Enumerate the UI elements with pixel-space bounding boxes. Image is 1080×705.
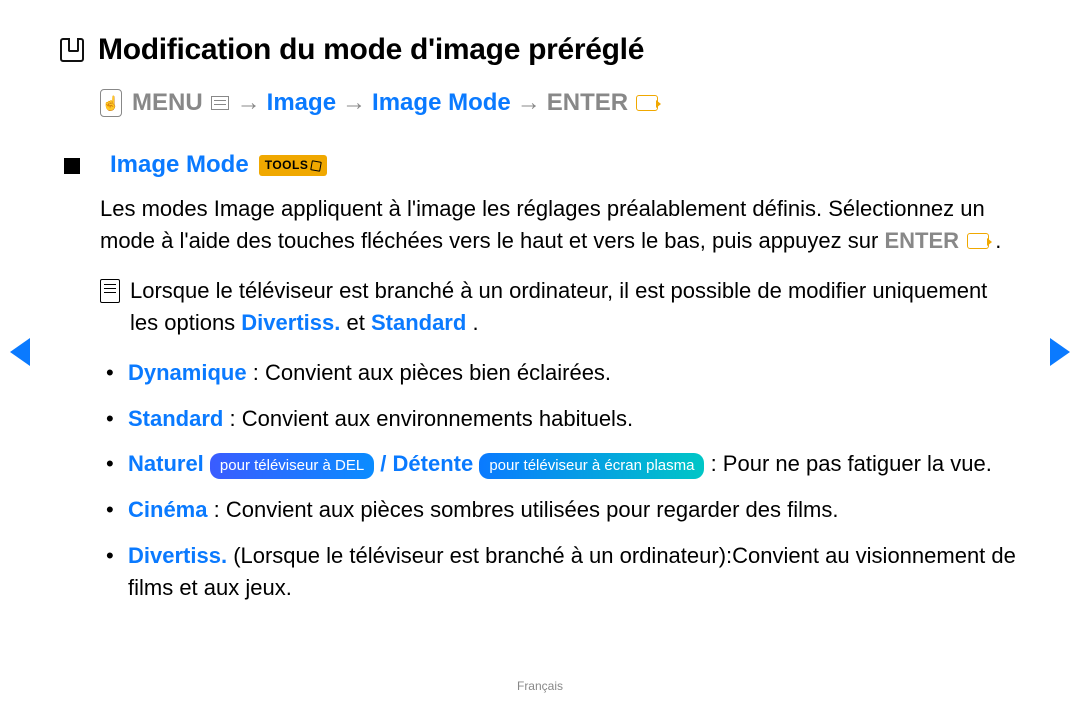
hand-icon: ☝ xyxy=(100,89,122,117)
note-opt-divertiss: Divertiss. xyxy=(241,310,340,335)
bookmark-icon xyxy=(60,38,84,62)
note-opt-standard: Standard xyxy=(371,310,466,335)
title-row: Modification du mode d'image préréglé xyxy=(60,28,1020,72)
intro-enter: ENTER xyxy=(884,228,959,253)
list-item: Standard : Convient aux environnements h… xyxy=(106,403,1020,435)
mode-name-cinema: Cinéma xyxy=(128,497,207,522)
menu-icon xyxy=(211,96,229,110)
pill-del: pour téléviseur à DEL xyxy=(210,453,374,479)
list-item: Dynamique : Convient aux pièces bien écl… xyxy=(106,357,1020,389)
breadcrumb-menu: MENU xyxy=(132,86,203,121)
section: Image Mode TOOLS Les modes Image appliqu… xyxy=(100,148,1020,604)
page-title: Modification du mode d'image préréglé xyxy=(98,28,644,72)
mode-name-standard: Standard xyxy=(128,406,223,431)
footer-language: Français xyxy=(0,678,1080,695)
square-bullet-icon xyxy=(64,158,80,174)
intro-paragraph: Les modes Image appliquent à l'image les… xyxy=(100,193,1020,257)
enter-icon xyxy=(636,95,658,111)
next-page-arrow[interactable] xyxy=(1050,338,1070,366)
list-item: Cinéma : Convient aux pièces sombres uti… xyxy=(106,494,1020,526)
note-post: . xyxy=(472,310,478,335)
intro-period: . xyxy=(995,228,1001,253)
section-title: Image Mode xyxy=(110,148,249,183)
arrow-icon: → xyxy=(517,86,541,121)
section-head: Image Mode TOOLS xyxy=(100,148,1020,183)
mode-desc: : Pour ne pas fatiguer la vue. xyxy=(711,451,992,476)
breadcrumb-image-mode: Image Mode xyxy=(372,86,511,121)
mode-desc: : Convient aux pièces sombres utilisées … xyxy=(214,497,839,522)
pill-plasma: pour téléviseur à écran plasma xyxy=(479,453,704,479)
slash: / xyxy=(380,451,392,476)
mode-list: Dynamique : Convient aux pièces bien écl… xyxy=(106,357,1020,604)
mode-desc: : Convient aux environnements habituels. xyxy=(229,406,633,431)
tools-badge: TOOLS xyxy=(259,155,328,176)
note-row: Lorsque le téléviseur est branché à un o… xyxy=(100,275,1020,339)
prev-page-arrow[interactable] xyxy=(10,338,30,366)
list-item: Naturel pour téléviseur à DEL / Détente … xyxy=(106,448,1020,480)
mode-name-naturel: Naturel xyxy=(128,451,204,476)
note-icon xyxy=(100,279,120,303)
breadcrumb: ☝ MENU → Image → Image Mode → ENTER xyxy=(100,86,1020,121)
breadcrumb-image: Image xyxy=(267,86,336,121)
arrow-icon: → xyxy=(237,86,261,121)
list-item: Divertiss. (Lorsque le téléviseur est br… xyxy=(106,540,1020,604)
note-mid: et xyxy=(346,310,370,335)
intro-text: Les modes Image appliquent à l'image les… xyxy=(100,196,985,253)
mode-name-dynamique: Dynamique xyxy=(128,360,247,385)
mode-desc: : Convient aux pièces bien éclairées. xyxy=(253,360,611,385)
mode-desc: (Lorsque le téléviseur est branché à un … xyxy=(128,543,1016,600)
arrow-icon: → xyxy=(342,86,366,121)
mode-name-divertiss: Divertiss. xyxy=(128,543,227,568)
note-text: Lorsque le téléviseur est branché à un o… xyxy=(130,275,1020,339)
breadcrumb-enter: ENTER xyxy=(547,86,628,121)
enter-icon xyxy=(967,233,989,249)
mode-name-detente: Détente xyxy=(393,451,474,476)
